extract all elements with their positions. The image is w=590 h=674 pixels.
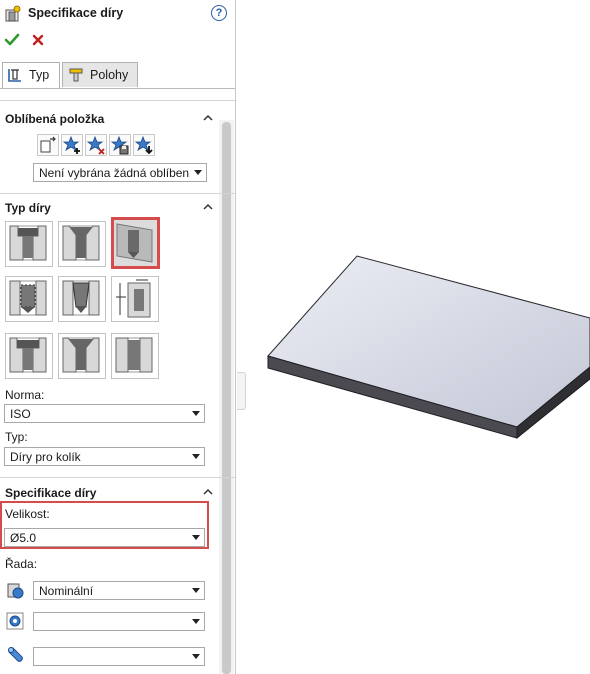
hole-diameter-select[interactable] bbox=[33, 612, 205, 631]
depth-select[interactable] bbox=[33, 647, 205, 666]
hole-diameter-icon bbox=[6, 612, 24, 630]
add-favorite-button[interactable] bbox=[61, 134, 83, 156]
cylinder-icon bbox=[8, 647, 23, 662]
standard-label: Norma: bbox=[5, 388, 45, 402]
dropdown-arrow-icon bbox=[192, 619, 200, 624]
ok-button[interactable] bbox=[4, 32, 20, 48]
hole-type-icon bbox=[8, 69, 21, 82]
dropdown-arrow-icon bbox=[192, 454, 200, 459]
countersink-button[interactable] bbox=[58, 221, 106, 267]
fit-icon bbox=[7, 583, 24, 599]
countersink-slot-button[interactable] bbox=[58, 333, 106, 379]
dropdown-arrow-icon bbox=[192, 588, 200, 593]
save-favorite-icon bbox=[110, 135, 129, 155]
load-favorite-icon bbox=[134, 135, 153, 155]
scrollbar-thumb[interactable] bbox=[222, 122, 231, 674]
legacy-hole-button[interactable] bbox=[111, 276, 159, 322]
hole-position-icon bbox=[69, 68, 83, 82]
chevron-up-icon[interactable] bbox=[203, 203, 213, 210]
slot-icon bbox=[115, 337, 153, 373]
counterbore-slot-icon bbox=[9, 337, 47, 373]
dropdown-arrow-icon bbox=[192, 535, 200, 540]
delete-favorite-icon bbox=[86, 135, 105, 155]
size-select[interactable]: Ø5.0 bbox=[4, 528, 205, 547]
favorites-toolbar bbox=[37, 134, 157, 156]
property-manager-panel: Specifikace díry ? Typ Polohy Oblíbená p… bbox=[0, 0, 236, 674]
fit-label: Řada: bbox=[5, 557, 38, 571]
tapered-tap-icon bbox=[62, 280, 100, 316]
plate-part[interactable] bbox=[267, 255, 590, 440]
countersink-icon bbox=[62, 225, 100, 261]
load-favorite-button[interactable] bbox=[133, 134, 155, 156]
help-button[interactable]: ? bbox=[211, 5, 227, 21]
counterbore-icon bbox=[9, 225, 47, 261]
apply-defaults-button[interactable] bbox=[37, 134, 59, 156]
dropdown-arrow-icon bbox=[194, 170, 202, 175]
dropdown-arrow-icon bbox=[192, 654, 200, 659]
favorite-select[interactable]: Není vybrána žádná oblíbena bbox=[33, 163, 207, 182]
countersink-slot-icon bbox=[62, 337, 100, 373]
fit-select-value: Nominální bbox=[39, 584, 94, 598]
panel-scrollbar[interactable] bbox=[219, 120, 234, 674]
save-favorite-button[interactable] bbox=[109, 134, 131, 156]
favorites-section-title: Oblíbená položka bbox=[5, 112, 105, 126]
simple-hole-icon bbox=[116, 223, 153, 263]
dropdown-arrow-icon bbox=[192, 411, 200, 416]
tab-polohy-label: Polohy bbox=[90, 68, 129, 82]
standard-select[interactable]: ISO bbox=[4, 404, 205, 423]
tab-strip: Typ Polohy bbox=[0, 62, 235, 89]
apply-defaults-icon bbox=[40, 136, 56, 153]
add-favorite-icon bbox=[62, 135, 80, 154]
straight-tap-button[interactable] bbox=[5, 276, 53, 322]
size-select-value: Ø5.0 bbox=[10, 531, 37, 545]
hole-button[interactable] bbox=[111, 217, 160, 269]
type-select-value: Díry pro kolík bbox=[10, 450, 81, 464]
hole-spec-section-title: Specifikace díry bbox=[5, 486, 97, 500]
size-label: Velikost: bbox=[5, 507, 50, 521]
hole-type-section-title: Typ díry bbox=[5, 201, 51, 215]
straight-tap-icon bbox=[9, 280, 47, 316]
tab-typ[interactable]: Typ bbox=[2, 62, 60, 88]
cancel-button[interactable] bbox=[30, 32, 46, 48]
divider bbox=[0, 477, 235, 478]
slot-button[interactable] bbox=[111, 333, 159, 379]
type-select[interactable]: Díry pro kolík bbox=[4, 447, 205, 466]
chevron-up-icon[interactable] bbox=[203, 114, 213, 121]
divider bbox=[0, 100, 235, 101]
delete-favorite-button[interactable] bbox=[85, 134, 107, 156]
panel-header: Specifikace díry ? bbox=[0, 0, 235, 28]
type-label: Typ: bbox=[5, 430, 28, 444]
legacy-hole-icon bbox=[116, 279, 151, 318]
hole-wizard-icon bbox=[5, 5, 21, 22]
counterbore-button[interactable] bbox=[5, 221, 53, 267]
tapered-tap-button[interactable] bbox=[58, 276, 106, 322]
standard-select-value: ISO bbox=[10, 407, 31, 421]
counterbore-slot-button[interactable] bbox=[5, 333, 53, 379]
panel-title: Specifikace díry bbox=[28, 6, 124, 20]
divider bbox=[0, 193, 235, 194]
chevron-up-icon[interactable] bbox=[203, 488, 213, 495]
panel-splitter-handle[interactable] bbox=[237, 372, 246, 410]
tab-typ-label: Typ bbox=[29, 68, 50, 82]
fit-select[interactable]: Nominální bbox=[33, 581, 205, 600]
tab-polohy[interactable]: Polohy bbox=[62, 62, 138, 87]
graphics-area[interactable] bbox=[246, 0, 590, 674]
favorite-select-value: Není vybrána žádná oblíbena bbox=[39, 166, 189, 180]
